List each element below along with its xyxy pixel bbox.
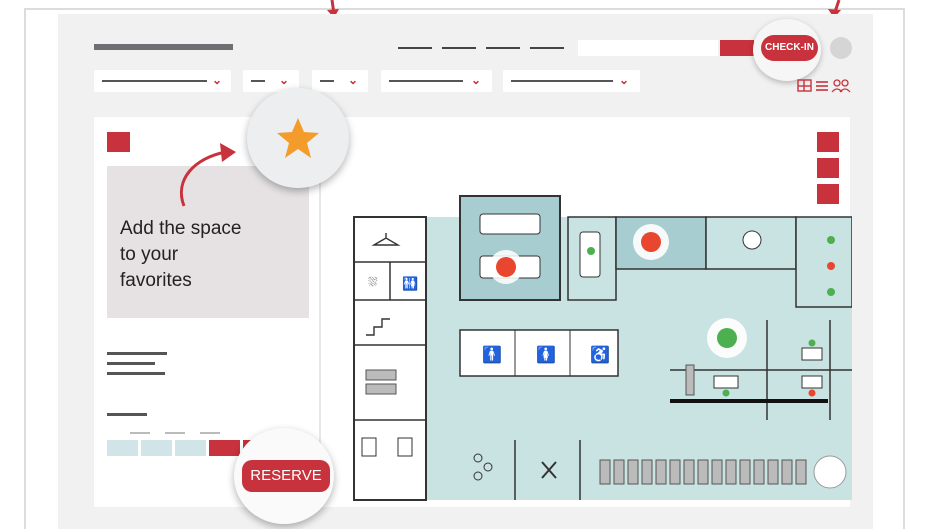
list-icon[interactable] [816,81,828,91]
locker-row [599,459,807,485]
frame-border [24,8,905,10]
card-text-line [107,413,147,416]
meeting-room[interactable] [459,195,561,301]
available-marker[interactable] [717,328,737,348]
frame-border [24,8,26,529]
filter-dropdown[interactable]: ⌄ [312,70,368,92]
chevron-down-icon: ⌄ [471,73,482,87]
floorplan-icon[interactable] [797,79,812,92]
avatar[interactable] [830,37,852,59]
map-control[interactable] [817,132,839,152]
occupied-marker[interactable] [808,389,816,397]
nav-link[interactable] [398,47,432,49]
accessible-icon: ♿ [590,345,610,364]
available-marker[interactable] [827,236,835,244]
reserve-button[interactable]: RESERVE [242,460,330,492]
callout-line: favorites [120,270,192,291]
timeslot[interactable] [175,440,206,456]
available-marker[interactable] [587,247,595,255]
card-text-line [107,352,167,355]
occupied-marker[interactable] [827,262,835,270]
occupied-marker[interactable] [641,232,661,252]
search-button[interactable] [720,40,754,56]
view-switch [797,79,851,93]
chevron-down-icon: ⌄ [279,73,290,87]
men-restroom-icon: 🚹 [482,345,502,364]
restroom-icon: 🚻 [402,276,418,291]
card-text-line [130,432,150,434]
shower-icon: ⛆ [368,275,378,289]
available-marker[interactable] [722,389,730,397]
filter-dropdown[interactable]: ⌄ [94,70,231,92]
card-badge [107,132,130,152]
nav-link[interactable] [486,47,520,49]
timeslot[interactable] [141,440,172,456]
filter-dropdown[interactable]: ⌄ [503,70,640,92]
timeslot[interactable] [107,440,138,456]
filter-dropdown[interactable]: ⌄ [381,70,492,92]
occupied-marker[interactable] [496,257,516,277]
people-icon[interactable] [831,79,851,93]
app-title [94,44,233,50]
nav-link[interactable] [442,47,476,49]
callout-arrow-icon [179,143,236,207]
chevron-down-icon: ⌄ [212,73,223,87]
timeslot-selected[interactable] [209,440,240,456]
meeting-room[interactable] [795,216,852,308]
star-icon[interactable] [275,116,321,160]
callout-text: Add the space to your favorites [120,216,300,294]
card-text-line [107,362,155,365]
card-text-line [107,372,165,375]
frame-border [903,8,905,529]
checkin-button[interactable]: CHECK-IN [761,35,818,61]
map-control[interactable] [817,184,839,204]
nav-link[interactable] [530,47,564,49]
callout-line: Add the space [120,218,242,239]
callout-line: to your [120,244,179,265]
chevron-down-icon: ⌄ [348,73,359,87]
available-marker[interactable] [808,339,816,347]
search-input[interactable] [578,40,718,56]
service-area [353,216,427,501]
floor-plan: ⛆ 🚻 🚹 🚺 ♿ [353,132,852,501]
card-text-line [200,432,220,434]
women-restroom-icon: 🚺 [536,345,556,364]
available-marker[interactable] [827,288,835,296]
zoom-control[interactable] [813,455,847,489]
card-text-line [165,432,185,434]
map-control[interactable] [817,158,839,178]
chevron-down-icon: ⌄ [619,73,630,87]
